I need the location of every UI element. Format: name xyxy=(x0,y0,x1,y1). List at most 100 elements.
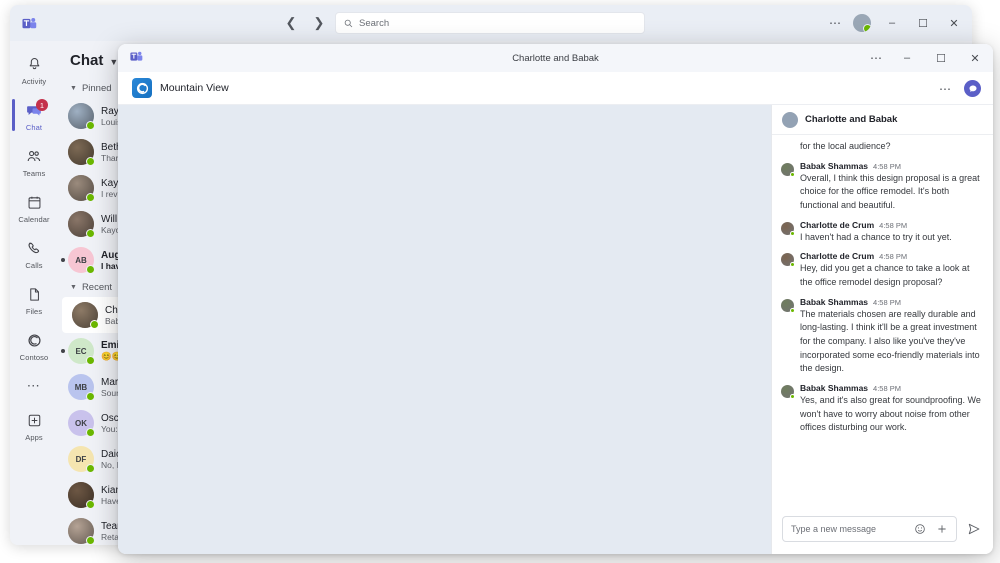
message-author: Babak Shammas xyxy=(800,160,869,171)
chevron-down-icon: ▼ xyxy=(70,284,77,291)
close-icon[interactable]: ✕ xyxy=(965,48,985,68)
message-author: Charlotte de Crum xyxy=(800,251,875,262)
avatar xyxy=(68,139,95,166)
chat-participants-label: Charlotte and Babak xyxy=(805,114,898,125)
sidebar-item-chat[interactable]: 1 Chat xyxy=(10,93,58,139)
message-timestamp: 4:58 PM xyxy=(873,297,901,307)
sidebar-item-calendar[interactable]: Calendar xyxy=(10,185,58,231)
sidebar-item-label: Chat xyxy=(25,122,43,132)
close-icon[interactable]: ✕ xyxy=(944,13,964,33)
avatar xyxy=(68,103,95,130)
teams-people-icon xyxy=(24,147,44,167)
app-toolbar: Mountain View ⋯ xyxy=(118,72,993,105)
message-avatar xyxy=(781,298,795,313)
more-options-icon[interactable]: ⋯ xyxy=(870,51,883,65)
forward-icon[interactable]: ❯ xyxy=(310,14,328,32)
search-input[interactable]: Search xyxy=(335,12,645,34)
sidebar-item-label: Activity xyxy=(21,76,47,86)
avatar xyxy=(68,482,95,509)
sidebar-more-icon[interactable]: ⋯ xyxy=(10,369,58,403)
emoji-icon[interactable] xyxy=(914,523,926,535)
search-icon xyxy=(344,19,353,27)
avatar: OK xyxy=(68,410,95,437)
message-timestamp: 4:58 PM xyxy=(879,220,908,230)
chat-side-panel: Charlotte and Babak for the local audien… xyxy=(771,105,993,554)
avatar: AB xyxy=(68,247,95,274)
message-text: Yes, and it's also great for soundproofi… xyxy=(800,395,981,433)
avatar xyxy=(68,175,95,202)
sidebar-item-label: Calendar xyxy=(18,214,50,224)
message-text: for the local audience? xyxy=(800,141,891,151)
maximize-icon[interactable]: ☐ xyxy=(913,13,933,33)
sidebar-item-label: Apps xyxy=(25,432,43,442)
popout-chat-window: Charlotte and Babak ⋯ – ☐ ✕ Mountain Vie… xyxy=(118,44,993,554)
message-author: Charlotte de Crum xyxy=(800,219,875,230)
sidebar-item-label: Teams xyxy=(22,168,46,178)
chat-message: Babak Shammas 4:58 PM Yes, and it's also g… xyxy=(772,378,993,437)
message-author: Babak Shammas xyxy=(800,296,869,307)
chevron-down-icon[interactable]: ▼ xyxy=(109,57,118,67)
unread-indicator xyxy=(61,349,65,353)
minimize-icon[interactable]: – xyxy=(882,13,902,33)
sidebar-item-apps[interactable]: Apps xyxy=(10,403,58,449)
chat-bubble-icon[interactable] xyxy=(964,80,981,97)
contoso-spiral-icon xyxy=(24,331,44,351)
plus-icon[interactable] xyxy=(936,523,948,535)
sidebar-item-label: Files xyxy=(25,306,43,316)
chat-message: Charlotte de Crum 4:58 PM I haven't had a … xyxy=(772,215,993,247)
avatar: DF xyxy=(68,446,95,473)
avatar: MB xyxy=(68,374,95,401)
message-author: Babak Shammas xyxy=(800,383,869,394)
message-input-placeholder: Type a new message xyxy=(791,524,877,534)
message-timestamp: 4:58 PM xyxy=(873,384,901,394)
message-avatar xyxy=(781,253,795,268)
avatar xyxy=(68,211,95,238)
message-text: Hey, did you get a chance to take a look… xyxy=(800,263,970,288)
message-avatar xyxy=(781,162,795,177)
message-input[interactable]: Type a new message xyxy=(782,516,957,542)
chat-panel-header: Charlotte and Babak xyxy=(772,105,993,135)
chat-message: for the local audience? xyxy=(772,140,993,156)
group-avatar xyxy=(782,111,798,128)
chat-message: Babak Shammas 4:58 PM The materials chosen… xyxy=(772,292,993,378)
sidebar-item-label: Calls xyxy=(25,260,43,270)
message-composer: Type a new message xyxy=(772,508,993,554)
message-text: The materials chosen are really durable … xyxy=(800,308,980,374)
more-options-icon[interactable]: ⋯ xyxy=(829,16,842,30)
message-timestamp: 4:58 PM xyxy=(873,161,901,171)
message-text: Overall, I think this design proposal is… xyxy=(800,172,980,211)
sidebar-item-activity[interactable]: Activity xyxy=(10,47,58,93)
main-window-controls: ⋯ – ☐ ✕ xyxy=(829,5,964,41)
search-placeholder: Search xyxy=(359,17,390,29)
send-icon[interactable] xyxy=(965,520,983,538)
sidebar-item-contoso[interactable]: Contoso xyxy=(10,323,58,369)
minimize-icon[interactable]: – xyxy=(897,48,917,68)
app-name-label: Mountain View xyxy=(160,82,229,94)
phone-icon xyxy=(24,239,44,259)
section-label: Recent xyxy=(81,282,113,293)
sidebar-item-teams[interactable]: Teams xyxy=(10,139,58,185)
mountain-view-app-icon xyxy=(132,78,152,98)
navigation-arrows: ❮ ❯ xyxy=(282,5,328,41)
message-timestamp: 4:58 PM xyxy=(879,252,908,262)
more-options-icon[interactable]: ⋯ xyxy=(939,82,952,96)
message-avatar xyxy=(781,221,795,236)
file-icon xyxy=(24,285,44,305)
avatar: EC xyxy=(68,338,95,365)
chevron-down-icon: ▼ xyxy=(70,85,77,92)
unread-indicator xyxy=(61,258,65,262)
sidebar-item-calls[interactable]: Calls xyxy=(10,231,58,277)
back-icon[interactable]: ❮ xyxy=(282,14,300,32)
maximize-icon[interactable]: ☐ xyxy=(931,48,951,68)
calendar-icon xyxy=(24,193,44,213)
sidebar-item-files[interactable]: Files xyxy=(10,277,58,323)
app-rail: Activity 1 Chat Teams Calendar Calls Fil… xyxy=(10,41,58,545)
user-avatar[interactable] xyxy=(853,14,871,32)
message-list[interactable]: for the local audience? Babak Shammas 4:58… xyxy=(772,135,993,508)
section-label: Pinned xyxy=(81,83,112,94)
apps-plus-icon xyxy=(24,411,44,431)
app-canvas[interactable] xyxy=(118,105,771,554)
teams-logo-icon xyxy=(10,16,48,31)
chat-unread-badge: 1 xyxy=(36,99,48,111)
chat-message: Charlotte de Crum 4:58 PM Hey, did you get… xyxy=(772,246,993,291)
